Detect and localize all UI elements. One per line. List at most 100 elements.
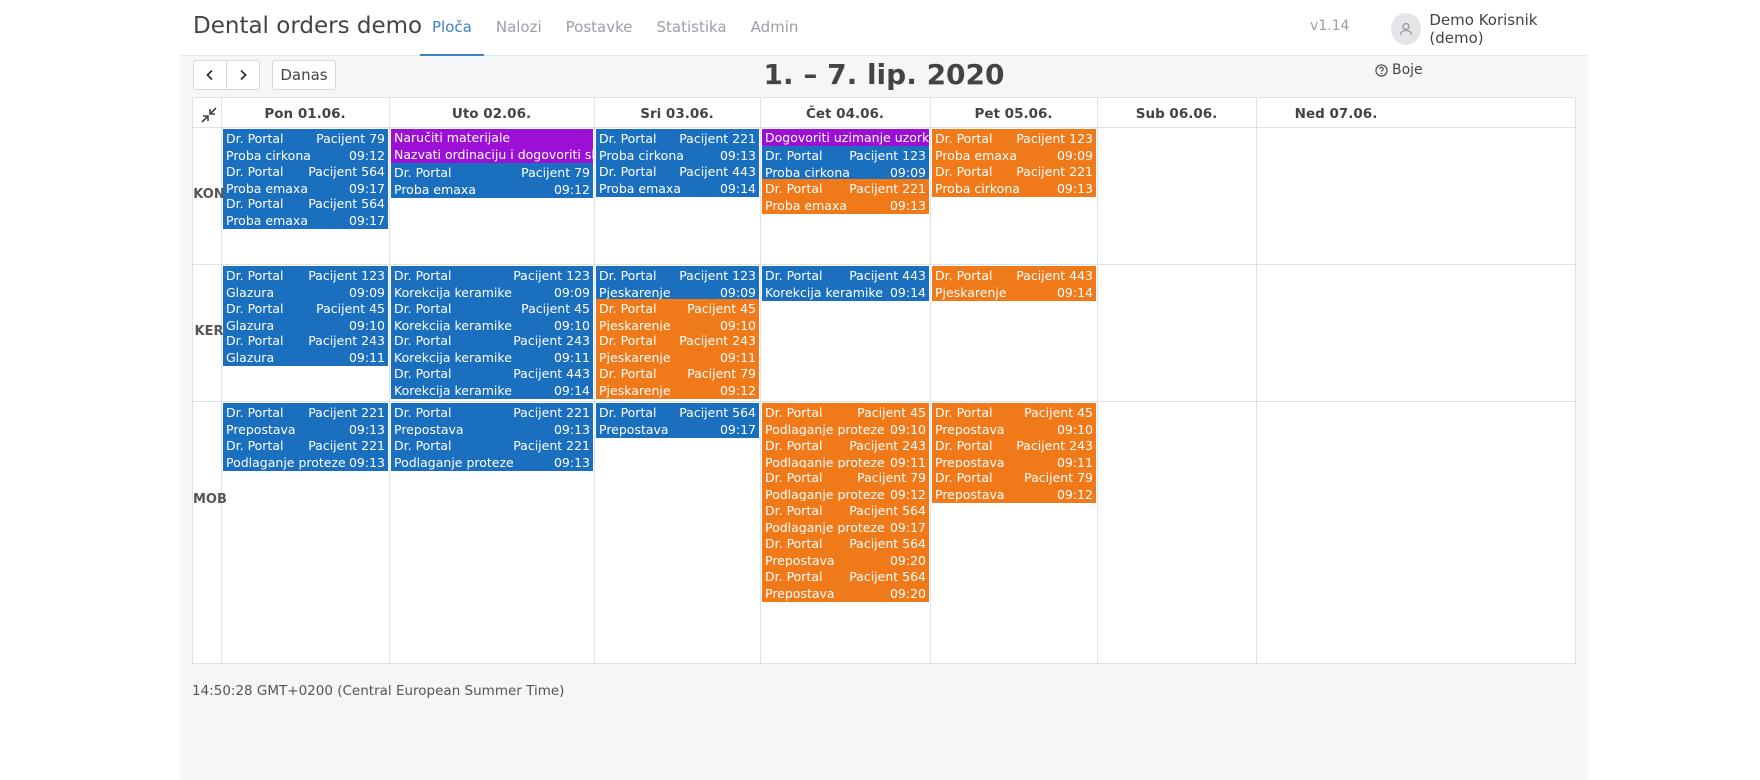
user-menu[interactable]: Demo Korisnik (demo) [1391, 11, 1588, 47]
order-card[interactable]: Dr. Portal Pacijent 123 Pjeskarenje 09:09 [596, 266, 759, 301]
order-card-top: Dr. Portal Pacijent 443 [599, 163, 756, 180]
order-patient: Pacijent 123 [1016, 131, 1093, 146]
order-card-top: Dr. Portal Pacijent 79 [599, 365, 756, 382]
order-card-top: Dr. Portal Pacijent 45 [599, 300, 756, 317]
order-card[interactable]: Dr. Portal Pacijent 221 Proba cirkona 09:13 [932, 161, 1096, 197]
order-card-bottom: Podlaganje proteze 09:13 [226, 454, 385, 471]
order-patient: Pacijent 79 [316, 131, 385, 146]
order-doctor: Dr. Portal [226, 333, 284, 349]
order-card[interactable]: Dr. Portal Pacijent 221 Prepostava 09:13 [391, 403, 593, 438]
order-card[interactable]: Dr. Portal Pacijent 564 Podlaganje proteze… [762, 501, 929, 537]
order-card-bottom: Pjeskarenje 09:14 [935, 284, 1093, 301]
order-card[interactable]: Dr. Portal Pacijent 221 Proba cirkona 09:13 [596, 129, 759, 164]
order-work-type: Proba emaxa [394, 182, 476, 197]
nav-item-admin[interactable]: Admin [739, 0, 811, 56]
order-card[interactable]: Dr. Portal Pacijent 79 Podlaganje proteze 0… [762, 468, 929, 504]
order-card[interactable]: Dr. Portal Pacijent 45 Korekcija keramike 0… [391, 298, 593, 334]
row-label-kon: KON [193, 186, 225, 202]
order-card[interactable]: Dr. Portal Pacijent 243 Glazura 09:11 [223, 331, 388, 367]
order-card[interactable]: Dr. Portal Pacijent 79 Proba cirkona 09:12 [223, 129, 388, 164]
order-card[interactable]: Dr. Portal Pacijent 443 Pjeskarenje 09:14 [932, 266, 1096, 301]
next-week-button[interactable] [226, 60, 260, 90]
order-doctor: Dr. Portal [394, 366, 452, 382]
order-card[interactable]: Dr. Portal Pacijent 243 Prepostava 09:11 [932, 435, 1096, 471]
order-card[interactable]: Dr. Portal Pacijent 564 Prepostava 09:20 [762, 533, 929, 569]
order-card[interactable]: Dr. Portal Pacijent 243 Korekcija keramike… [391, 331, 593, 367]
task-item[interactable]: Nazvati ordinaciju i dogovoriti slikanje [391, 146, 593, 163]
order-card-bottom: Proba emaxa 09:12 [394, 181, 590, 198]
order-card[interactable]: Dr. Portal Pacijent 45 Prepostava 09:10 [932, 403, 1096, 438]
nav-item-postavke[interactable]: Postavke [554, 0, 645, 56]
order-card[interactable]: Dr. Portal Pacijent 79 Pjeskarenje 09:12 [596, 364, 759, 400]
order-patient: Pacijent 221 [513, 405, 590, 420]
order-card[interactable]: Dr. Portal Pacijent 45 Podlaganje proteze 0… [762, 403, 929, 438]
order-card[interactable]: Dr. Portal Pacijent 123 Proba cirkona 09:09 [762, 146, 929, 181]
collapse-icon[interactable] [196, 103, 222, 127]
order-work-type: Prepostava [765, 585, 835, 601]
week-calendar: Pon 01.06. Uto 02.06. Sri 03.06. Čet 04.06.… [192, 97, 1576, 664]
order-doctor: Dr. Portal [226, 437, 284, 453]
order-card[interactable]: Dr. Portal Pacijent 123 Korekcija keramike… [391, 266, 593, 301]
top-navbar: Dental orders demo Ploča Nalozi Postavke St… [180, 0, 1588, 56]
order-time: 09:13 [348, 454, 385, 470]
order-card[interactable]: Dr. Portal Pacijent 221 Podlaganje proteze… [391, 435, 593, 471]
task-item[interactable]: Dogovoriti uzimanje uzorka [762, 129, 929, 146]
order-card-top: Dr. Portal Pacijent 564 [599, 404, 756, 421]
order-patient: Pacijent 123 [679, 268, 756, 283]
order-patient: Pacijent 243 [1016, 437, 1093, 453]
order-patient: Pacijent 564 [849, 568, 926, 584]
order-doctor: Dr. Portal [394, 333, 452, 349]
order-doctor: Dr. Portal [765, 503, 823, 519]
order-card[interactable]: Dr. Portal Pacijent 45 Pjeskarenje 09:10 [596, 298, 759, 334]
order-card[interactable]: Dr. Portal Pacijent 243 Podlaganje proteze… [762, 435, 929, 471]
order-card[interactable]: Dr. Portal Pacijent 123 Proba emaxa 09:09 [932, 129, 1096, 164]
today-button[interactable]: Danas [272, 60, 336, 90]
order-card-bottom: Korekcija keramike 09:14 [394, 382, 590, 399]
order-doctor: Dr. Portal [765, 268, 823, 283]
nav-item-nalozi[interactable]: Nalozi [484, 0, 554, 56]
order-doctor: Dr. Portal [599, 300, 657, 316]
nav-item-statistika[interactable]: Statistika [645, 0, 739, 56]
order-time: 09:13 [889, 197, 926, 213]
day-header: Čet 04.06. [805, 106, 885, 122]
order-doctor: Dr. Portal [935, 405, 993, 420]
order-card[interactable]: Dr. Portal Pacijent 443 Korekcija keramike… [391, 364, 593, 400]
order-card[interactable]: Dr. Portal Pacijent 221 Podlaganje proteze… [223, 435, 388, 471]
order-card[interactable]: Dr. Portal Pacijent 221 Prepostava 09:13 [223, 403, 388, 438]
order-card[interactable]: Dr. Portal Pacijent 564 Prepostava 09:20 [762, 566, 929, 602]
order-card[interactable]: Dr. Portal Pacijent 79 Prepostava 09:12 [932, 468, 1096, 504]
order-time: 09:13 [553, 454, 590, 470]
user-name: Demo Korisnik (demo) [1429, 11, 1538, 47]
order-card[interactable]: Dr. Portal Pacijent 221 Proba emaxa 09:13 [762, 178, 929, 214]
order-patient: Pacijent 123 [513, 268, 590, 283]
order-card[interactable]: Dr. Portal Pacijent 45 Glazura 09:10 [223, 298, 388, 334]
order-card[interactable]: Dr. Portal Pacijent 123 Glazura 09:09 [223, 266, 388, 301]
order-patient: Pacijent 564 [679, 405, 756, 420]
order-patient: Pacijent 79 [857, 470, 926, 486]
colors-label: Boje [1392, 62, 1423, 78]
order-card[interactable]: Dr. Portal Pacijent 443 Korekcija keramike… [762, 266, 929, 301]
order-doctor: Dr. Portal [599, 163, 657, 179]
order-patient: Pacijent 243 [513, 333, 590, 349]
nav-item-ploča[interactable]: Ploča [420, 0, 484, 56]
order-patient: Pacijent 443 [849, 268, 926, 283]
order-patient: Pacijent 564 [308, 196, 385, 212]
prev-week-button[interactable] [193, 60, 227, 90]
order-card-top: Dr. Portal Pacijent 221 [226, 404, 385, 421]
order-doctor: Dr. Portal [765, 405, 823, 420]
order-card[interactable]: Dr. Portal Pacijent 443 Proba emaxa 09:14 [596, 161, 759, 197]
column-divider [594, 98, 595, 663]
order-card[interactable]: Dr. Portal Pacijent 243 Pjeskarenje 09:11 [596, 331, 759, 367]
order-card[interactable]: Dr. Portal Pacijent 79 Proba emaxa 09:12 [391, 163, 593, 198]
order-doctor: Dr. Portal [935, 163, 993, 179]
task-item[interactable]: Naručiti materijale [391, 129, 593, 146]
order-card[interactable]: Dr. Portal Pacijent 564 Prepostava 09:17 [596, 403, 759, 438]
order-card[interactable]: Dr. Portal Pacijent 564 Proba emaxa 09:17 [223, 194, 388, 230]
order-doctor: Dr. Portal [765, 437, 823, 453]
app-title[interactable]: Dental orders demo [193, 13, 422, 39]
order-card[interactable]: Dr. Portal Pacijent 564 Proba emaxa 09:17 [223, 161, 388, 197]
order-card-top: Dr. Portal Pacijent 123 [599, 267, 756, 284]
colors-legend-button[interactable]: Boje [1375, 62, 1423, 78]
order-card-top: Dr. Portal Pacijent 221 [935, 163, 1093, 180]
order-card-bottom: Proba cirkona 09:13 [935, 180, 1093, 197]
